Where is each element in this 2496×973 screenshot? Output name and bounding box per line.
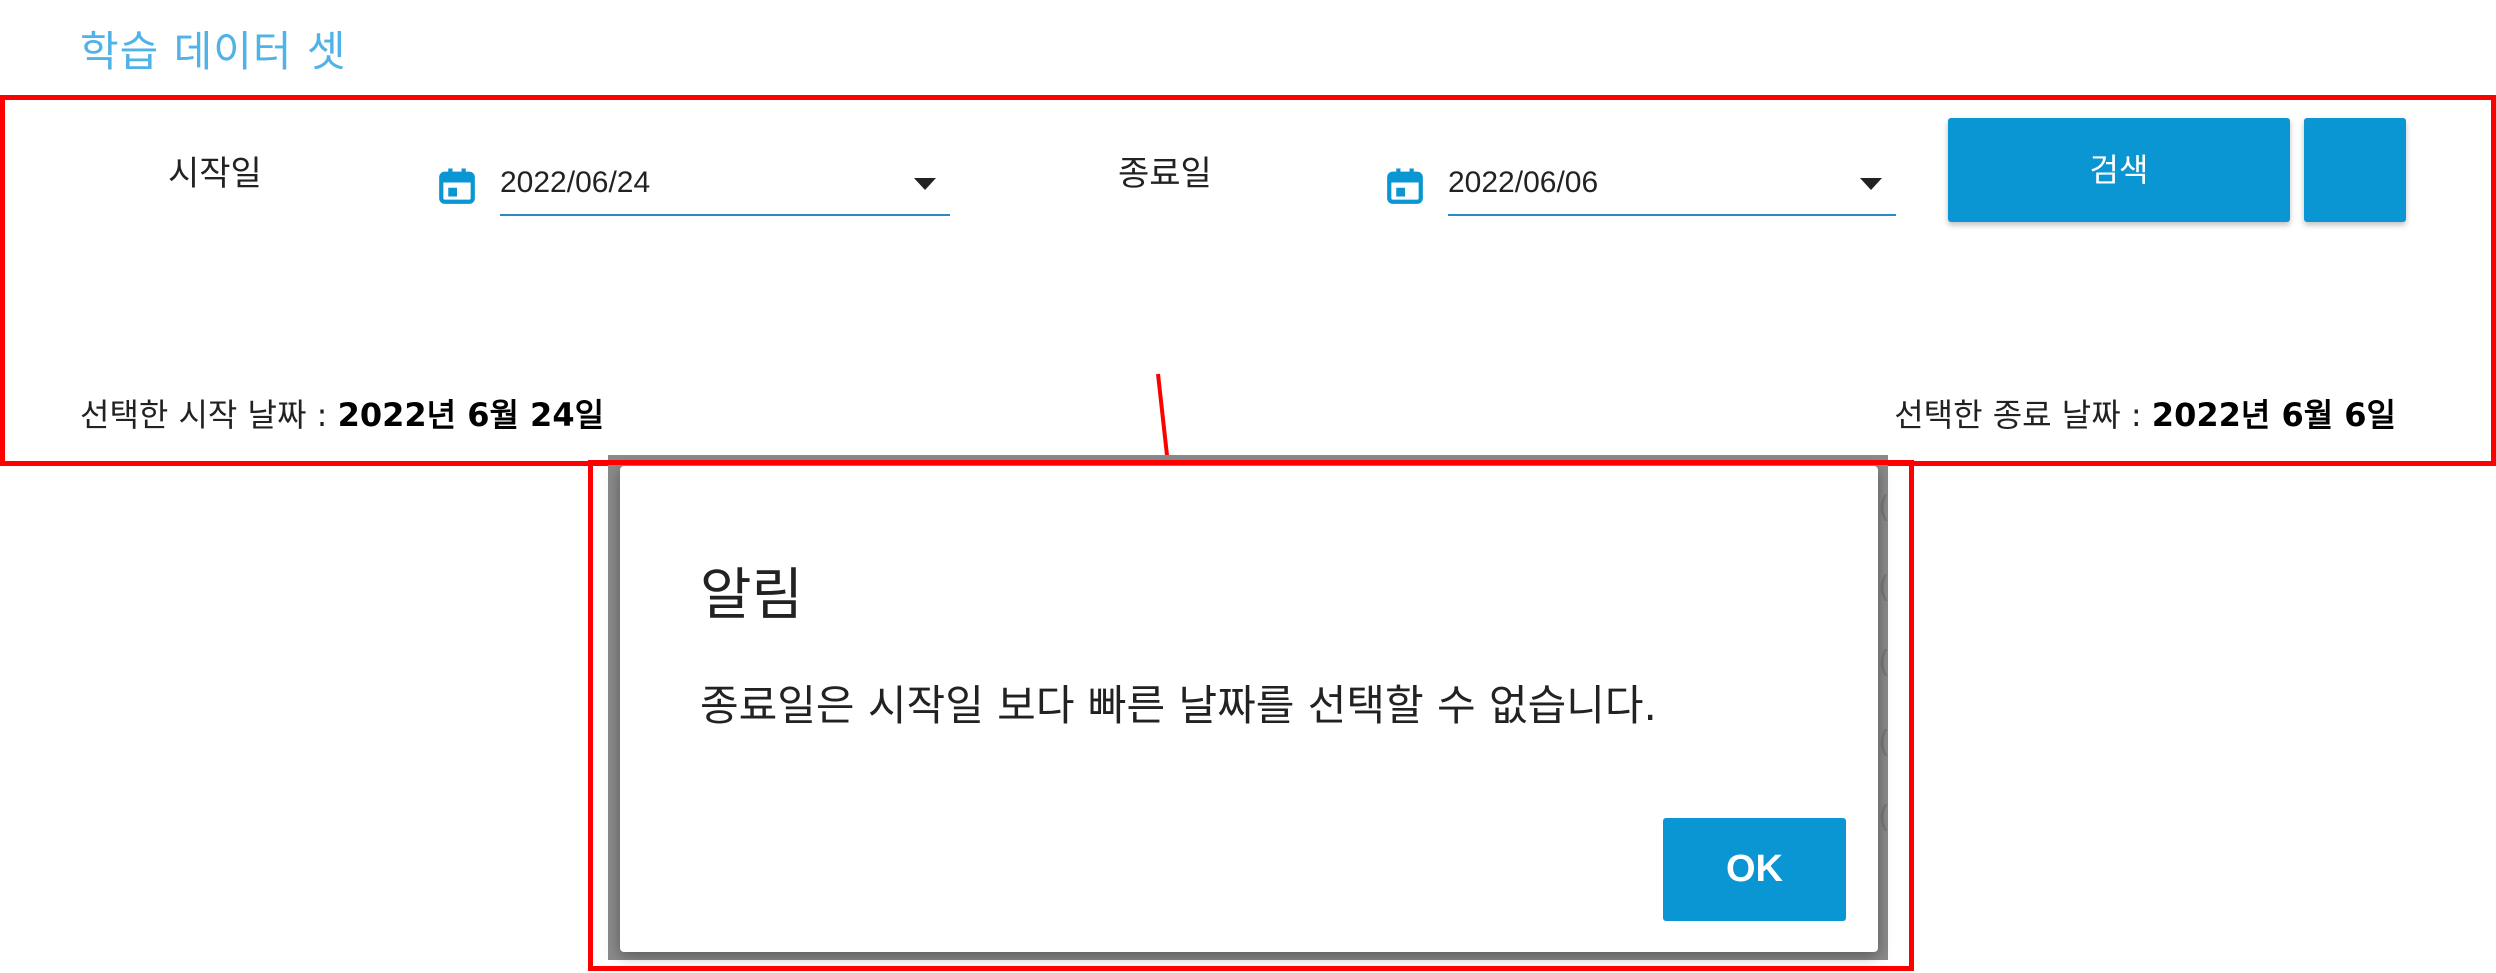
start-date-value: 2022/06/24: [500, 166, 651, 199]
calendar-icon[interactable]: [1384, 165, 1426, 207]
selected-start-date: 2022년 6월 24일: [337, 396, 605, 434]
chevron-down-icon[interactable]: [1860, 178, 1882, 190]
selected-end-date: 2022년 6월 6일: [2151, 396, 2396, 434]
selected-start-prefix: 선택한 시작 날짜 :: [80, 396, 338, 434]
end-date-value: 2022/06/06: [1448, 166, 1599, 199]
calendar-icon[interactable]: [436, 165, 478, 207]
page-title: 학습 데이터 셋: [80, 27, 347, 76]
chevron-down-icon[interactable]: [914, 178, 936, 190]
start-date-field[interactable]: 2022/06/24: [500, 158, 950, 216]
end-date-field[interactable]: 2022/06/06: [1448, 158, 1896, 216]
start-date-label: 시작일: [168, 154, 262, 194]
selected-start-summary: 선택한 시작 날짜 : 2022년 6월 24일: [80, 390, 604, 436]
annotation-dialog-box: [588, 460, 1914, 971]
end-date-label: 종료일: [1118, 154, 1212, 194]
selected-end-summary: 선택한 종료 날짜 : 2022년 6월 6일: [1894, 390, 2396, 436]
secondary-button[interactable]: [2304, 118, 2406, 222]
search-button[interactable]: 검색: [1948, 118, 2290, 222]
selected-end-prefix: 선택한 종료 날짜 :: [1894, 396, 2152, 434]
